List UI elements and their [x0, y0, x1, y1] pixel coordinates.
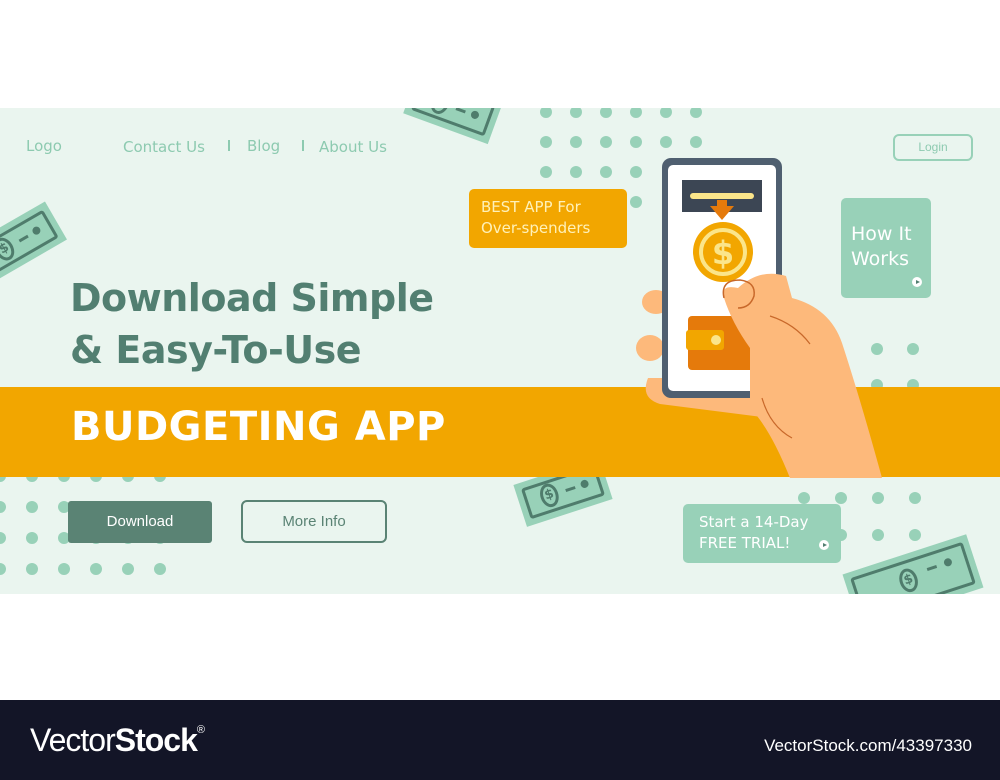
wallet-button: [711, 335, 721, 345]
nav-separator: [228, 140, 230, 151]
how-it-works-line-1: How It: [851, 223, 912, 245]
nav-contact-us[interactable]: Contact Us: [123, 138, 205, 156]
logo[interactable]: Logo: [26, 137, 62, 155]
brand-bold: Stock: [114, 722, 198, 758]
watermark-footer: VectorStock® VectorStock.com/43397330: [0, 700, 1000, 780]
nav-blog[interactable]: Blog: [247, 137, 280, 155]
coin-dollar-sign: $: [712, 234, 734, 272]
nav-separator: [302, 140, 304, 151]
free-trial-card[interactable]: Start a 14-Day FREE TRIAL!: [683, 504, 841, 563]
trial-line-1: Start a 14-Day: [699, 513, 809, 531]
more-info-button[interactable]: More Info: [241, 500, 387, 543]
trial-line-2: FREE TRIAL!: [699, 534, 791, 552]
best-app-line-1: BEST APP For: [481, 198, 581, 216]
money-bill-icon: $: [842, 534, 984, 594]
headline-line-1: Download Simple: [70, 276, 434, 320]
best-app-badge: BEST APP For Over-spenders: [469, 189, 627, 248]
vectorstock-logo: VectorStock®: [30, 722, 205, 759]
headline-line-2: & Easy-To-Use: [70, 328, 362, 372]
money-bill-icon: $: [403, 108, 503, 145]
finger-shape: [636, 335, 664, 361]
play-icon[interactable]: [819, 540, 829, 550]
money-bill-icon: $: [0, 201, 67, 285]
registered-mark: ®: [196, 724, 205, 736]
card-slot-line: [690, 193, 754, 199]
how-it-works-line-2: Works: [851, 248, 910, 270]
budgeting-app-title: BUDGETING APP: [71, 404, 446, 450]
brand-thin: Vector: [30, 722, 116, 758]
image-id: VectorStock.com/43397330: [764, 736, 972, 755]
how-it-works-card[interactable]: How It Works: [841, 198, 931, 298]
play-icon[interactable]: [912, 277, 922, 287]
arrow-stem: [717, 200, 727, 210]
login-button[interactable]: Login: [893, 134, 973, 161]
download-button[interactable]: Download: [68, 501, 212, 543]
best-app-line-2: Over-spenders: [481, 219, 591, 237]
nav-about-us[interactable]: About Us: [319, 138, 387, 156]
hero-banner: $ $ $ $ Logo Contact Us Blog About Us Lo…: [0, 108, 1000, 594]
